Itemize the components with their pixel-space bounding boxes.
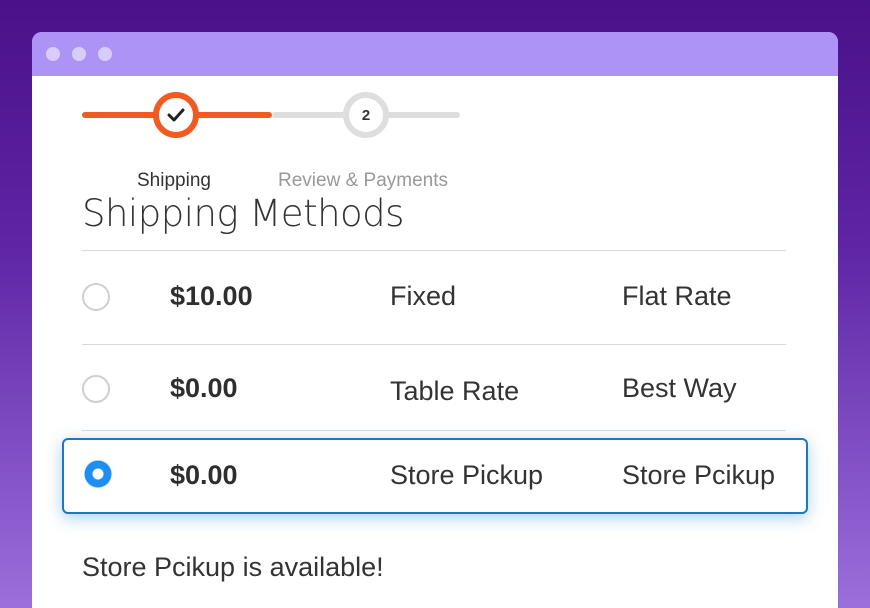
method-radio-selected[interactable] (84, 460, 112, 488)
carrier-title: Best Way (622, 373, 737, 403)
window-titlebar (32, 32, 838, 76)
window-dot-close[interactable] (46, 47, 60, 61)
method-price: $10.00 (170, 281, 253, 311)
step-number: 2 (361, 106, 371, 124)
step-label-shipping[interactable]: Shipping (137, 170, 211, 192)
checkout-progress-bar: 2 Shipping Review & Payments (82, 90, 462, 191)
shipping-method-row-selected[interactable]: $0.00 Store Pickup Store Pcikup (62, 438, 808, 514)
window-dot-maximize[interactable] (98, 47, 112, 61)
availability-message: Store Pcikup is available! (82, 552, 384, 582)
divider (82, 344, 786, 345)
page-title: Shipping Methods (82, 192, 404, 235)
carrier-title: Flat Rate (622, 281, 732, 311)
check-icon (167, 108, 185, 122)
checkout-window: 2 Shipping Review & Payments Shipping Me… (32, 32, 838, 608)
shipping-method-row[interactable]: $10.00 Fixed Flat Rate (82, 266, 786, 326)
step-review-indicator[interactable]: 2 (343, 92, 389, 138)
step-shipping-indicator[interactable] (153, 92, 199, 138)
carrier-title: Store Pcikup (622, 460, 776, 490)
method-radio[interactable] (82, 375, 110, 403)
method-title: Table Rate (390, 376, 520, 406)
step-label-review[interactable]: Review & Payments (278, 170, 448, 192)
window-dot-minimize[interactable] (72, 47, 86, 61)
method-title: Store Pickup (390, 460, 544, 490)
shipping-method-row[interactable]: $0.00 Table Rate Best Way (82, 358, 786, 418)
method-price: $0.00 (170, 373, 238, 403)
divider (82, 250, 786, 251)
divider (82, 430, 786, 431)
method-radio[interactable] (82, 283, 110, 311)
method-title: Fixed (390, 281, 457, 311)
method-price: $0.00 (170, 460, 238, 490)
